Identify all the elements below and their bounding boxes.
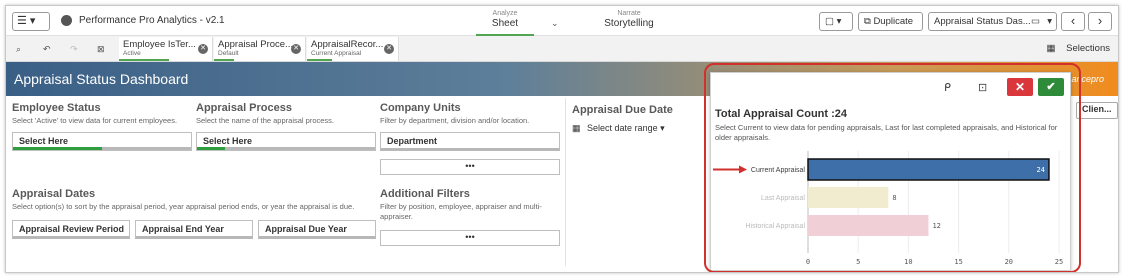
tab-analyze[interactable]: Analyze Sheet (476, 10, 534, 36)
step-forward-icon[interactable]: ↷ (70, 44, 81, 54)
app-title: Performance Pro Analytics - v2.1 (79, 15, 225, 26)
calendar-icon: ▦ (572, 123, 581, 133)
selection-chip[interactable]: Appraisal Proce... Default ✕ (214, 37, 306, 61)
next-sheet-button[interactable]: › (1088, 12, 1112, 31)
chart-popup: ᑭ ⊡ ✕ ✔ Total Appraisal Count :24 Select… (710, 72, 1071, 271)
chip-field-name: Appraisal Proce... (218, 39, 293, 50)
tab-narrate-label: Storytelling (604, 18, 654, 29)
department-filter[interactable]: Department (380, 132, 560, 151)
date-range-label: Select date range ▾ (587, 123, 665, 133)
app-window: ☰ ▾ Performance Pro Analytics - v2.1 Ana… (5, 5, 1119, 273)
duplicate-button[interactable]: ⧉ Duplicate (858, 12, 923, 31)
filter-label: Appraisal Review Period (19, 224, 125, 234)
selection-chip[interactable]: Employee IsTer... Active ✕ (119, 37, 213, 61)
selections-label: Selections (1066, 43, 1110, 54)
appraisal-dates-desc: Select option(s) to sort by the appraisa… (12, 202, 355, 211)
selection-chip[interactable]: AppraisalRecor... Current Appraisal ✕ (307, 37, 399, 61)
data-label: 8 (892, 194, 896, 202)
filter-progress (197, 147, 375, 150)
appraisal-review-period-filter[interactable]: Appraisal Review Period (12, 220, 130, 239)
data-label: 12 (932, 222, 940, 230)
smart-search-icon[interactable]: ⌕ (16, 44, 27, 54)
tab-narrate-caption: Narrate (617, 10, 641, 17)
prev-sheet-button[interactable]: ‹ (1061, 12, 1085, 31)
bar[interactable] (808, 187, 889, 208)
chip-field-name: AppraisalRecor... (311, 39, 384, 50)
top-bar: ☰ ▾ Performance Pro Analytics - v2.1 Ana… (6, 6, 1118, 36)
additional-filters-title: Additional Filters (380, 188, 470, 200)
company-units-title: Company Units (380, 102, 461, 114)
close-icon[interactable]: ✕ (291, 44, 301, 54)
company-units-desc: Filter by department, division and/or lo… (380, 116, 530, 125)
appraisal-end-year-filter[interactable]: Appraisal End Year (135, 220, 253, 239)
chip-progress-bar (307, 59, 332, 61)
employee-status-filter[interactable]: Select Here (12, 132, 192, 151)
x-tick-label: 0 (806, 258, 810, 266)
filter-label: Appraisal End Year (142, 224, 224, 234)
brand-logo: ancepro (1071, 74, 1104, 84)
data-label: 24 (1037, 166, 1045, 174)
filter-label: Select Here (19, 136, 69, 146)
tab-narrate[interactable]: Narrate Storytelling (598, 10, 660, 29)
duplicate-label: Duplicate (873, 16, 914, 27)
appraisal-due-year-filter[interactable]: Appraisal Due Year (258, 220, 376, 239)
employee-status-title: Employee Status (12, 102, 101, 114)
page-title: Appraisal Status Dashboard (14, 71, 189, 87)
x-tick-label: 25 (1055, 258, 1063, 266)
additional-filters-more-button[interactable]: ••• (380, 230, 560, 246)
filter-label: Appraisal Due Year (265, 224, 347, 234)
close-icon[interactable]: ✕ (384, 44, 394, 54)
chevron-down-icon[interactable]: ⌄ (551, 18, 559, 29)
filter-progress (13, 147, 191, 150)
duplicate-icon: ⧉ (864, 16, 871, 27)
bar[interactable] (808, 215, 929, 236)
additional-filters-desc: Filter by position, employee, appraiser … (380, 202, 542, 221)
category-label: Current Appraisal (751, 167, 806, 174)
x-tick-label: 20 (1005, 258, 1013, 266)
appraisal-process-desc: Select the name of the appraisal process… (196, 116, 334, 125)
appraisal-process-title: Appraisal Process (196, 102, 292, 114)
divider (565, 98, 566, 266)
grid-icon: ▦ (1046, 43, 1056, 54)
filter-label: Select Here (203, 136, 253, 146)
appraisal-process-filter[interactable]: Select Here (196, 132, 376, 151)
chip-field-value: Current Appraisal (311, 50, 362, 57)
selections-bar: ⌕ ↶ ↷ ⊠ Employee IsTer... Active ✕ Appra… (6, 36, 1118, 62)
bar[interactable] (807, 158, 1050, 181)
sheet-icon: ▭ (1031, 16, 1040, 27)
date-range-picker[interactable]: ▦ Select date range ▾ (572, 123, 665, 134)
chip-field-value: Active (123, 50, 141, 57)
sheet-selector-label: Appraisal Status Das... (934, 16, 1031, 27)
x-tick-label: 5 (856, 258, 860, 266)
chip-progress-bar (119, 59, 169, 61)
x-tick-label: 10 (904, 258, 912, 266)
chip-field-name: Employee IsTer... (123, 39, 196, 50)
selections-toggle[interactable]: ▦ Selections (1047, 43, 1110, 54)
category-label: Last Appraisal (761, 195, 805, 202)
clear-all-icon[interactable]: ⊠ (97, 44, 108, 54)
appraisal-due-date-title: Appraisal Due Date (572, 104, 673, 116)
bar-chart: 0 5 10 15 20 25 Current Appraisal 24 Last Apprai… (713, 151, 1063, 266)
bookmark-icon: ▢ (825, 16, 834, 27)
appraisal-dates-title: Appraisal Dates (12, 188, 96, 200)
bookmark-button[interactable]: ▢ ▾ (819, 12, 853, 31)
chip-progress-bar (214, 59, 234, 61)
company-units-more-button[interactable]: ••• (380, 159, 560, 175)
chip-field-value: Default (218, 50, 239, 57)
app-icon (61, 15, 72, 26)
filter-label: Department (387, 136, 438, 146)
employee-status-desc: Select 'Active' to view data for current… (12, 116, 178, 125)
step-back-icon[interactable]: ↶ (43, 44, 54, 54)
bookmark-caret: ▾ (836, 16, 842, 27)
sheet-selector-caret: ▾ (1047, 16, 1052, 27)
menu-button[interactable]: ☰ ▾ (12, 12, 50, 31)
client-button[interactable]: Clien... (1076, 102, 1118, 119)
close-icon[interactable]: ✕ (198, 44, 208, 54)
x-tick-label: 15 (954, 258, 962, 266)
category-label: Historical Appraisal (745, 223, 805, 230)
annotation-arrow-head (739, 165, 747, 174)
tab-analyze-caption: Analyze (492, 10, 518, 17)
tab-analyze-label: Sheet (491, 18, 519, 29)
sheet-selector[interactable]: Appraisal Status Das... ▭ ▾ (928, 12, 1057, 31)
